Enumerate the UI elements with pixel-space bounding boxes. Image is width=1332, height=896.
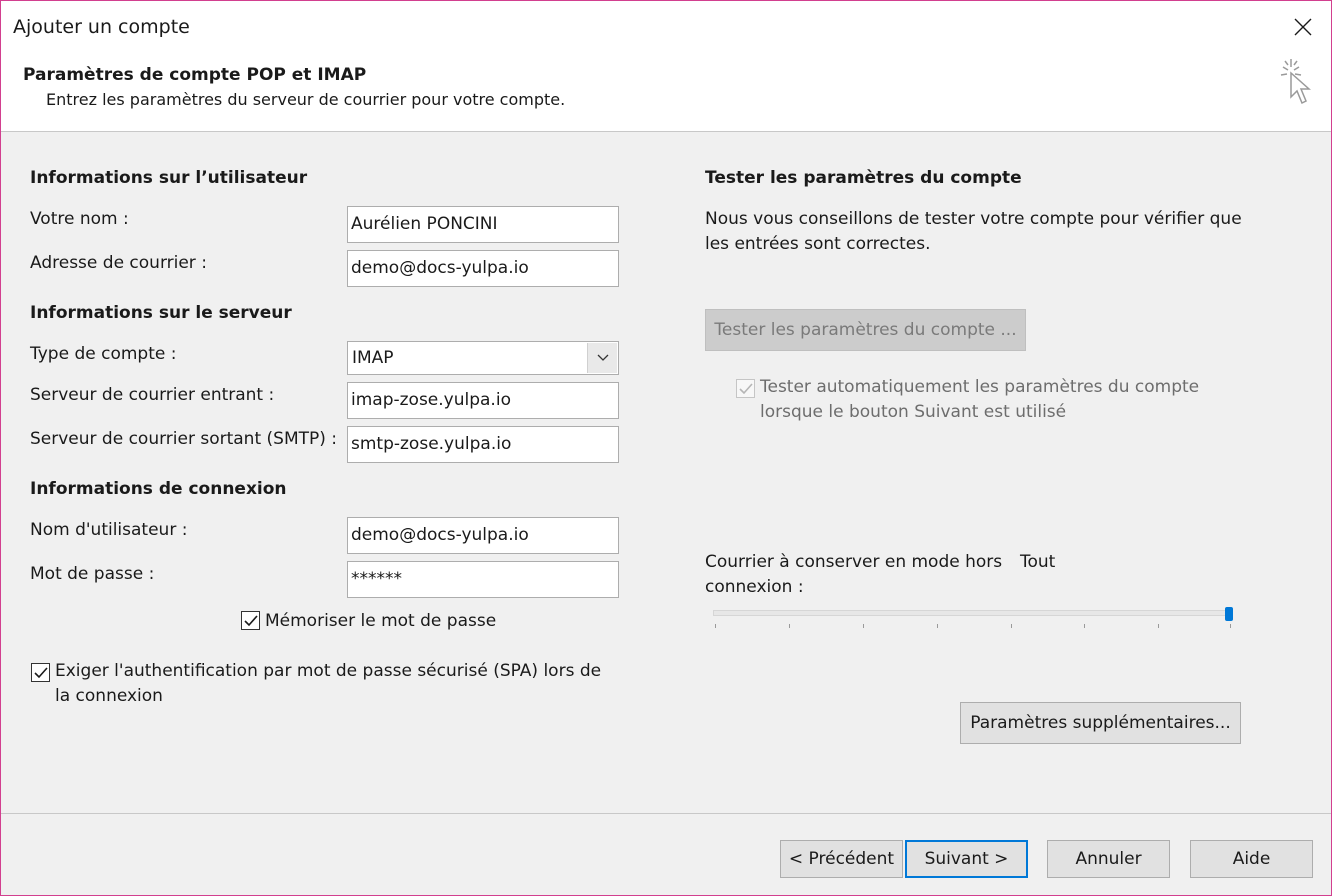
account-type-select[interactable]: IMAP: [347, 341, 619, 375]
outgoing-server-label: Serveur de courrier sortant (SMTP) :: [30, 429, 338, 449]
test-description-line2: les entrées sont correctes.: [705, 234, 931, 254]
name-label: Votre nom :: [30, 209, 129, 229]
dialog-content: Informations sur l’utilisateur Votre nom…: [1, 133, 1331, 813]
slider-tick: [863, 624, 864, 628]
server-info-title: Informations sur le serveur: [30, 303, 292, 323]
slider-tick: [1011, 624, 1012, 628]
user-info-title: Informations sur l’utilisateur: [30, 168, 308, 188]
auto-test-label-line2: lorsque le bouton Suivant est utilisé: [760, 402, 1067, 422]
cursor-sparkle-icon: [1280, 59, 1311, 105]
login-info-title: Informations de connexion: [30, 479, 287, 499]
more-settings-button[interactable]: Paramètres supplémentaires...: [960, 702, 1241, 744]
slider-tick: [1084, 624, 1085, 628]
slider-tick: [937, 624, 938, 628]
auto-test-checkbox[interactable]: [736, 379, 755, 398]
outgoing-server-input[interactable]: smtp-zose.yulpa.io: [347, 426, 619, 463]
test-settings-button[interactable]: Tester les paramètres du compte ...: [705, 309, 1026, 351]
username-input[interactable]: demo@docs-yulpa.io: [347, 517, 619, 554]
add-account-dialog: Ajouter un compte Paramètres de compte P…: [0, 0, 1332, 896]
slider-tick: [789, 624, 790, 628]
dialog-footer: < Précédent Suivant > Annuler Aide: [1, 813, 1331, 895]
close-icon: [1294, 18, 1312, 36]
test-settings-title: Tester les paramètres du compte: [705, 168, 1022, 188]
spa-checkbox[interactable]: [31, 663, 50, 682]
password-label: Mot de passe :: [30, 564, 155, 584]
offline-mail-label-line2: connexion :: [705, 577, 804, 597]
auto-test-label-line1: Tester automatiquement les paramètres du…: [760, 377, 1200, 397]
slider-tick: [1158, 624, 1159, 628]
spa-label-line1: Exiger l'authentification par mot de pas…: [55, 661, 602, 681]
next-button[interactable]: Suivant >: [905, 840, 1028, 878]
page-title: Paramètres de compte POP et IMAP: [23, 65, 367, 85]
checkmark-icon: [243, 614, 258, 626]
offline-mail-value: Tout: [1020, 552, 1056, 572]
slider-tick: [715, 624, 716, 628]
previous-button[interactable]: < Précédent: [780, 840, 903, 878]
offline-mail-slider-track[interactable]: [713, 610, 1233, 616]
close-button[interactable]: [1283, 9, 1323, 45]
incoming-server-label: Serveur de courrier entrant :: [30, 385, 275, 405]
password-input[interactable]: ******: [347, 561, 619, 598]
remember-password-checkbox[interactable]: [241, 611, 260, 630]
account-type-value: IMAP: [352, 348, 394, 368]
title-bar: Ajouter un compte: [1, 1, 1331, 57]
offline-mail-label-line1: Courrier à conserver en mode hors: [705, 552, 1003, 572]
help-button[interactable]: Aide: [1190, 840, 1313, 878]
test-description-line1: Nous vous conseillons de tester votre co…: [705, 209, 1242, 229]
checkmark-icon: [33, 666, 48, 678]
chevron-down-icon[interactable]: [587, 343, 617, 373]
account-type-label: Type de compte :: [30, 344, 177, 364]
checkmark-icon: [738, 382, 753, 394]
dialog-header: Paramètres de compte POP et IMAP Entrez …: [1, 57, 1331, 132]
cancel-button[interactable]: Annuler: [1047, 840, 1170, 878]
email-input[interactable]: demo@docs-yulpa.io: [347, 250, 619, 287]
incoming-server-input[interactable]: imap-zose.yulpa.io: [347, 382, 619, 419]
slider-tick: [1230, 624, 1231, 628]
remember-password-label: Mémoriser le mot de passe: [265, 611, 497, 631]
page-subtitle: Entrez les paramètres du serveur de cour…: [46, 90, 566, 109]
window-title: Ajouter un compte: [13, 16, 190, 38]
username-label: Nom d'utilisateur :: [30, 520, 188, 540]
name-input[interactable]: Aurélien PONCINI: [347, 206, 619, 243]
offline-mail-slider-thumb[interactable]: [1225, 607, 1233, 621]
email-label: Adresse de courrier :: [30, 253, 207, 273]
spa-label-line2: la connexion: [55, 686, 163, 706]
